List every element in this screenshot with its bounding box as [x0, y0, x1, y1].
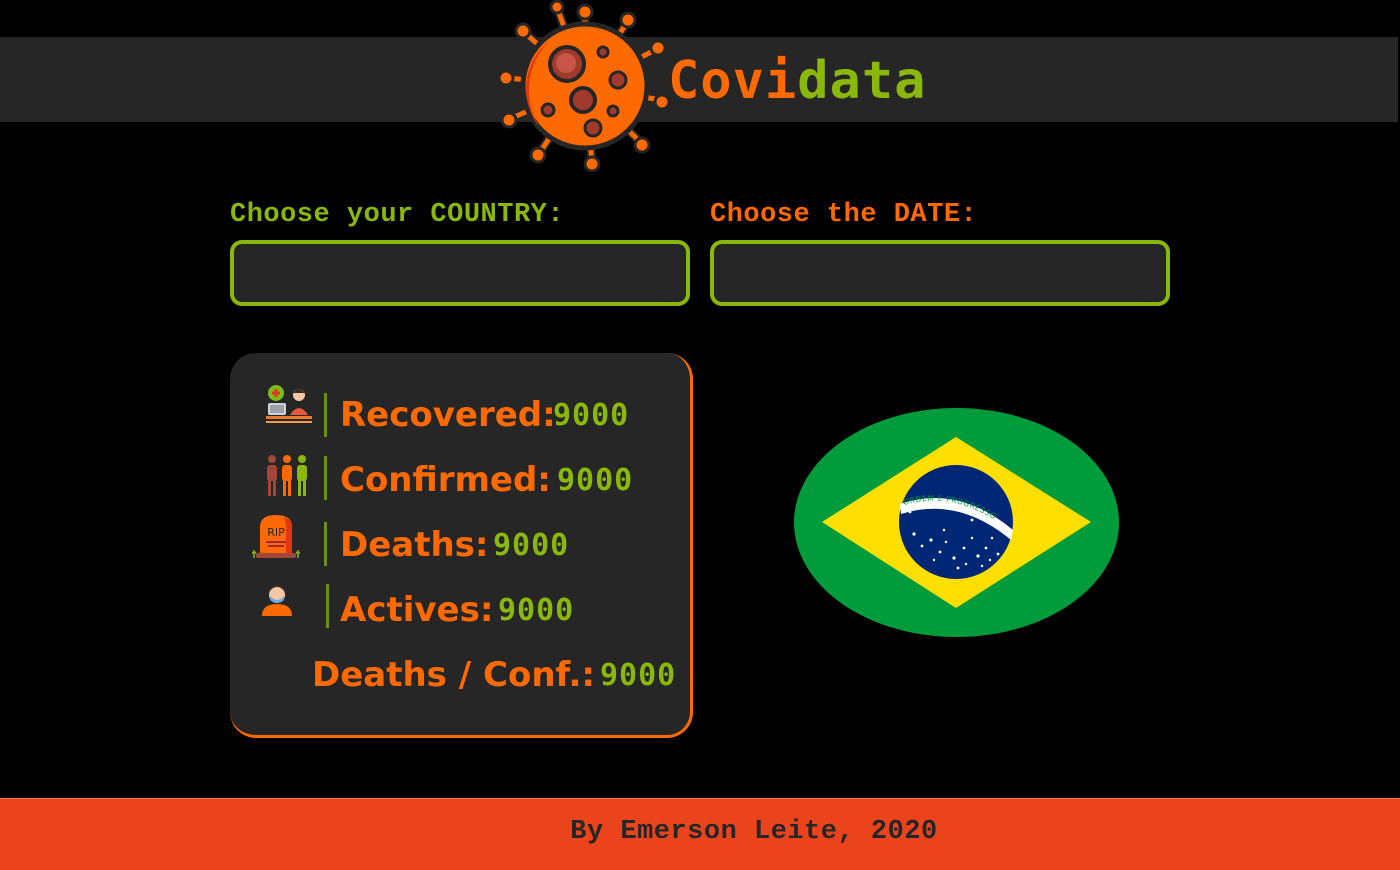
recovered-patient-icon	[266, 385, 312, 423]
deaths-label: Deaths:	[340, 525, 489, 565]
divider	[324, 456, 327, 500]
date-label: Choose the DATE:	[710, 200, 978, 230]
country-label: Choose your COUNTRY:	[230, 200, 565, 230]
actives-label: Actives:	[340, 590, 494, 630]
deaths-value: 9000	[493, 528, 570, 563]
ratio-label: Deaths / Conf.:	[312, 655, 595, 695]
recovered-label: Recovered:	[340, 395, 556, 435]
divider	[324, 522, 327, 566]
masked-person-icon	[262, 585, 292, 616]
people-group-icon	[267, 455, 307, 496]
divider	[324, 393, 327, 437]
brand-title: Covidata	[668, 46, 926, 116]
confirmed-value: 9000	[557, 463, 634, 498]
recovered-value: 9000	[553, 398, 630, 433]
footer-credit: By Emerson Leite, 2020	[570, 817, 938, 847]
brand-title-part2: data	[797, 51, 927, 111]
actives-value: 9000	[498, 593, 575, 628]
footer: By Emerson Leite, 2020	[0, 798, 1400, 870]
brand-title-part1: Covi	[668, 51, 798, 111]
coronavirus-icon	[500, 0, 670, 172]
brazil-flag-icon: ORDEM E PROGRESSO	[794, 408, 1119, 637]
ratio-value: 9000	[600, 658, 677, 693]
tombstone-text: RIP	[267, 526, 285, 539]
stats-card: Recovered: 9000 Confirmed: 9000 RIP Deat…	[230, 353, 693, 738]
date-input[interactable]	[710, 240, 1170, 306]
tombstone-icon: RIP	[252, 513, 300, 561]
confirmed-label: Confirmed:	[340, 460, 551, 500]
country-input[interactable]	[230, 240, 690, 306]
divider	[326, 584, 329, 628]
